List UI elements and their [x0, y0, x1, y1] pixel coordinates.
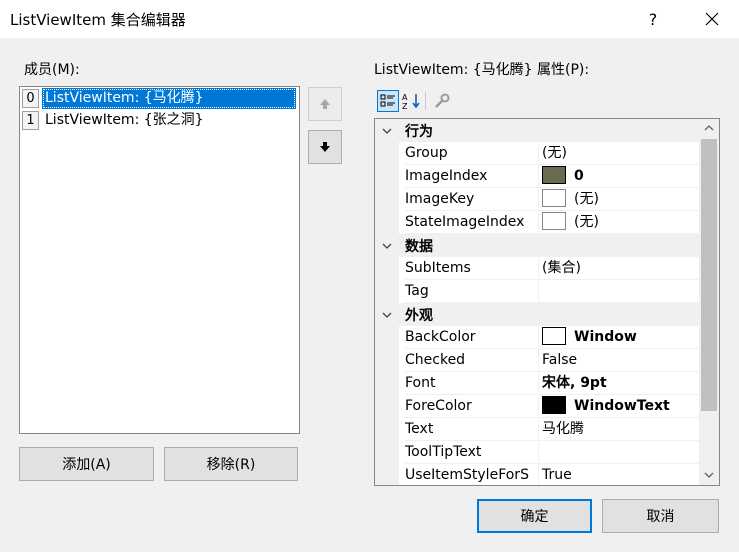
property-name: Checked [405, 349, 537, 372]
property-value[interactable]: (无) [538, 188, 699, 211]
close-button[interactable] [684, 0, 739, 38]
scroll-thumb[interactable] [701, 139, 717, 411]
property-row[interactable]: Group (无) [375, 142, 699, 165]
property-value[interactable]: 0 [538, 165, 699, 188]
property-value[interactable]: True [538, 464, 699, 485]
chevron-down-icon [382, 312, 392, 318]
toolbar-separator [425, 92, 426, 110]
item-text: ListViewItem: {马化腾} [42, 88, 296, 109]
property-name: ImageKey [405, 188, 537, 211]
property-row[interactable]: Font 宋体, 9pt [375, 372, 699, 395]
property-value[interactable] [538, 280, 699, 303]
property-row[interactable]: ImageIndex 0 [375, 165, 699, 188]
property-name: ImageIndex [405, 165, 537, 188]
members-label: 成员(M): [24, 62, 80, 78]
move-down-button[interactable] [308, 130, 342, 164]
property-value[interactable]: WindowText [538, 395, 699, 418]
category-name: 外观 [405, 308, 433, 324]
property-pages-button[interactable] [431, 90, 453, 112]
color-swatch [542, 327, 566, 345]
property-name: StateImageIndex [405, 211, 537, 234]
property-row[interactable]: UseItemStyleForS True [375, 464, 699, 485]
image-swatch [542, 189, 566, 207]
image-index-value: 0 [574, 168, 584, 184]
close-icon [705, 12, 718, 26]
members-list[interactable]: 0 ListViewItem: {马化腾} 1 ListViewItem: {张… [19, 86, 300, 434]
property-name: ForeColor [405, 395, 537, 418]
property-name: Font [405, 372, 537, 395]
property-row[interactable]: ImageKey (无) [375, 188, 699, 211]
arrow-down-icon [320, 142, 330, 152]
category-row[interactable]: 数据 [375, 234, 699, 257]
chevron-down-icon [382, 243, 392, 249]
categorized-icon [380, 94, 395, 107]
chevron-down-icon [704, 472, 714, 478]
backcolor-value: Window [574, 329, 637, 345]
vertical-scrollbar[interactable] [699, 119, 719, 485]
remove-button[interactable]: 移除(R) [164, 447, 298, 481]
property-value[interactable]: (集合) [538, 257, 699, 280]
font-value: 宋体, 9pt [542, 375, 607, 391]
forecolor-value: WindowText [574, 398, 670, 414]
category-name: 行为 [405, 124, 433, 140]
item-index: 1 [22, 111, 39, 130]
window-title: ListViewItem 集合编辑器 [10, 11, 186, 29]
ok-button[interactable]: 确定 [477, 499, 592, 533]
wrench-icon [435, 93, 450, 108]
property-name: Text [405, 418, 537, 441]
property-value[interactable]: False [538, 349, 699, 372]
move-up-button[interactable] [308, 87, 342, 121]
property-row[interactable]: Tag [375, 280, 699, 303]
property-name: Tag [405, 280, 537, 303]
property-name: BackColor [405, 326, 537, 349]
categorized-button[interactable] [377, 90, 399, 112]
category-row[interactable]: 行为 [375, 119, 699, 142]
sort-alphabetical-icon: A Z [402, 93, 420, 110]
property-row[interactable]: ToolTipText [375, 441, 699, 464]
cancel-button[interactable]: 取消 [602, 499, 719, 533]
list-item[interactable]: 0 ListViewItem: {马化腾} [21, 88, 298, 109]
property-row[interactable]: StateImageIndex (无) [375, 211, 699, 234]
property-value[interactable]: (无) [538, 142, 699, 165]
properties-label: ListViewItem: {马化腾} 属性(P): [374, 62, 590, 78]
property-name: ToolTipText [405, 441, 537, 464]
chevron-down-icon [382, 128, 392, 134]
arrow-up-icon [320, 99, 330, 109]
property-name: Group [405, 142, 537, 165]
property-value[interactable]: Window [538, 326, 699, 349]
property-name: UseItemStyleForS [405, 464, 537, 485]
scroll-down-button[interactable] [699, 466, 719, 484]
item-text: ListViewItem: {张之洞} [45, 112, 204, 128]
property-row[interactable]: Checked False [375, 349, 699, 372]
svg-text:A: A [402, 93, 408, 102]
state-image-index-value: (无) [574, 214, 599, 230]
image-key-value: (无) [574, 191, 599, 207]
image-thumbnail [542, 166, 566, 184]
scroll-up-button[interactable] [699, 119, 719, 137]
help-button[interactable]: ? [630, 0, 676, 38]
property-value[interactable]: (无) [538, 211, 699, 234]
list-item[interactable]: 1 ListViewItem: {张之洞} [21, 110, 298, 131]
property-value[interactable] [538, 441, 699, 464]
chevron-up-icon [704, 125, 714, 131]
property-row[interactable]: BackColor Window [375, 326, 699, 349]
property-value[interactable]: 马化腾 [538, 418, 699, 441]
color-swatch [542, 396, 566, 414]
image-swatch [542, 212, 566, 230]
svg-text:Z: Z [402, 102, 408, 110]
property-name: SubItems [405, 257, 537, 280]
alphabetical-button[interactable]: A Z [401, 90, 423, 112]
item-index: 0 [22, 89, 39, 108]
property-row[interactable]: Text 马化腾 [375, 418, 699, 441]
property-row[interactable]: SubItems (集合) [375, 257, 699, 280]
category-row[interactable]: 外观 [375, 303, 699, 326]
property-value[interactable]: 宋体, 9pt [538, 372, 699, 395]
category-name: 数据 [405, 239, 433, 255]
add-button[interactable]: 添加(A) [19, 447, 154, 481]
property-grid[interactable]: 行为 Group (无) ImageIndex 0 ImageKey (无) S… [374, 118, 720, 486]
property-row[interactable]: ForeColor WindowText [375, 395, 699, 418]
